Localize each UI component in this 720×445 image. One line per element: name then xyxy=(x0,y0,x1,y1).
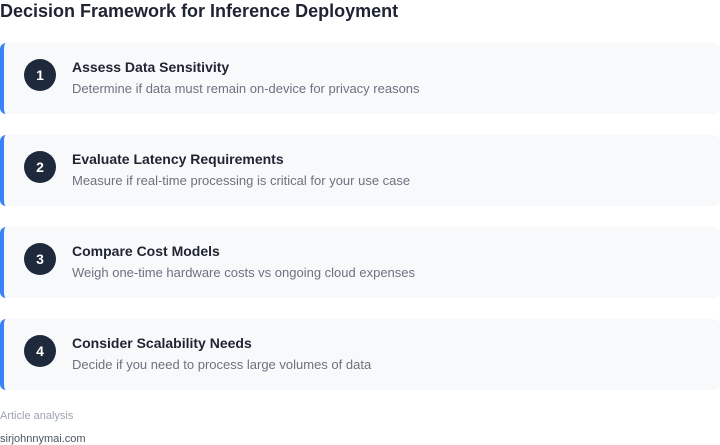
footer-caption: Article analysis xyxy=(0,410,74,422)
step-description: Decide if you need to process large volu… xyxy=(72,357,372,372)
step-card-3: 3 Compare Cost Models Weigh one-time har… xyxy=(0,227,720,298)
page-title: Decision Framework for Inference Deploym… xyxy=(0,1,399,21)
step-number-badge: 2 xyxy=(24,151,56,183)
step-number-badge: 3 xyxy=(24,243,56,275)
step-card-4: 4 Consider Scalability Needs Decide if y… xyxy=(0,319,720,390)
step-card-1: 1 Assess Data Sensitivity Determine if d… xyxy=(0,43,720,114)
footer-site-link[interactable]: sirjohnnymai.com xyxy=(0,433,86,445)
step-title: Evaluate Latency Requirements xyxy=(72,151,284,167)
step-title: Assess Data Sensitivity xyxy=(72,59,230,75)
step-card-2: 2 Evaluate Latency Requirements Measure … xyxy=(0,135,720,206)
step-title: Compare Cost Models xyxy=(72,243,220,259)
step-list: 1 Assess Data Sensitivity Determine if d… xyxy=(0,43,720,390)
step-title: Consider Scalability Needs xyxy=(72,335,252,351)
step-description: Determine if data must remain on-device … xyxy=(72,81,420,96)
step-number-badge: 1 xyxy=(24,59,56,91)
step-number-badge: 4 xyxy=(24,335,56,367)
step-description: Measure if real-time processing is criti… xyxy=(72,173,411,188)
step-description: Weigh one-time hardware costs vs ongoing… xyxy=(72,265,416,280)
